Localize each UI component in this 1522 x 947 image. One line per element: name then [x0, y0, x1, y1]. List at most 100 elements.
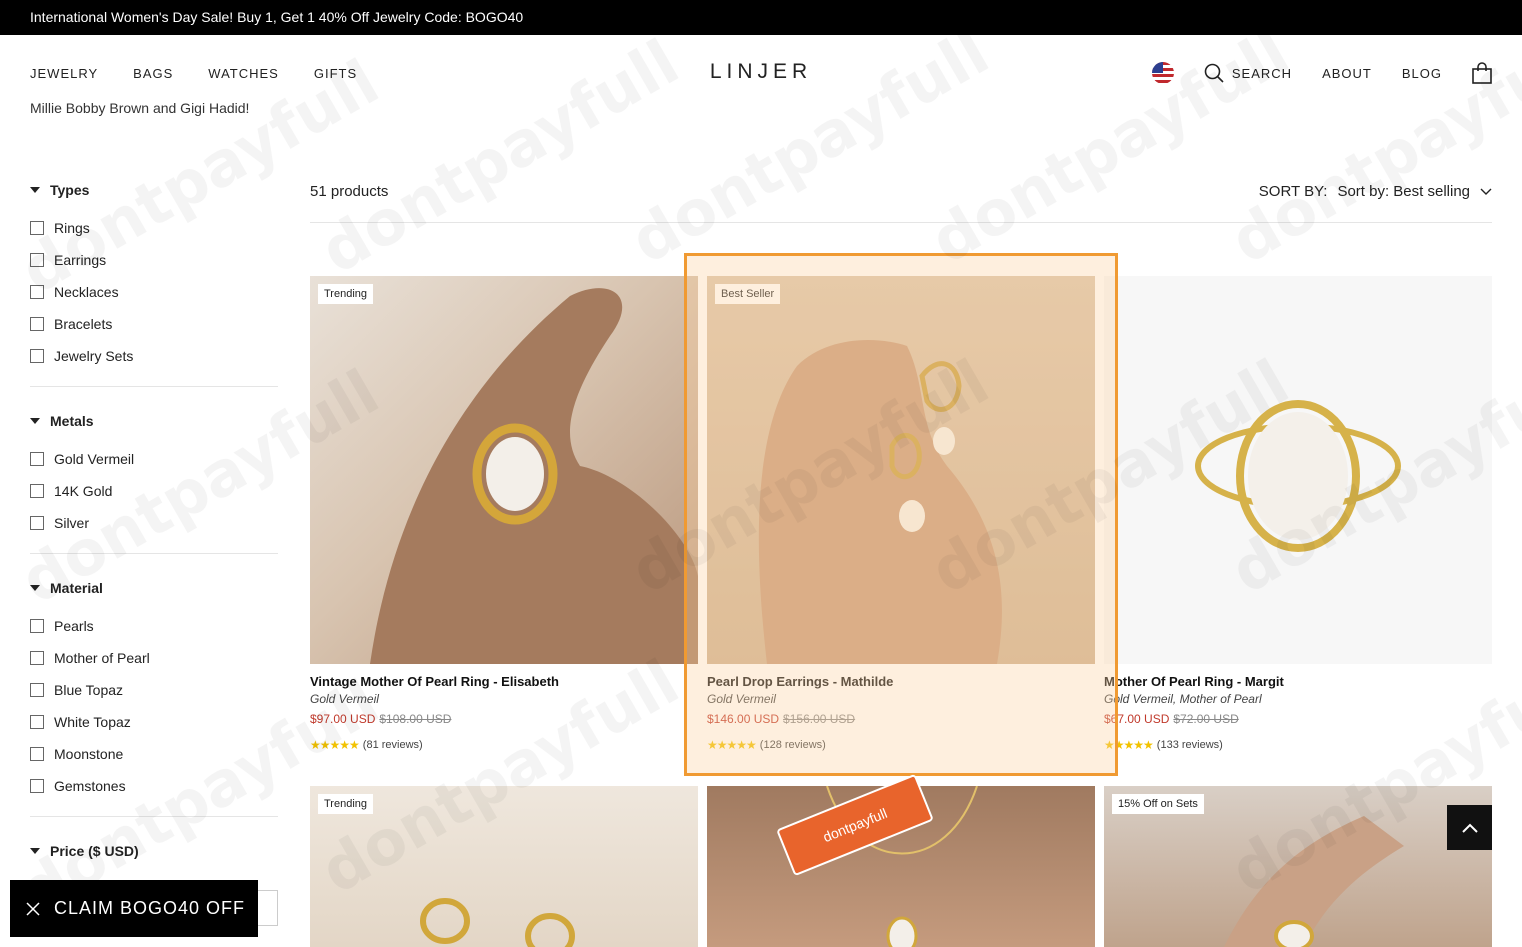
announcement-bar[interactable]: International Women's Day Sale! Buy 1, G… — [0, 0, 1522, 35]
filter-option-14k-gold[interactable]: 14K Gold — [30, 475, 278, 507]
option-label: Bracelets — [54, 316, 113, 332]
search-label: SEARCH — [1231, 65, 1293, 81]
search-icon — [1204, 63, 1224, 83]
filter-option-pearls[interactable]: Pearls — [30, 610, 278, 642]
product-name[interactable]: Vintage Mother Of Pearl Ring - Elisabeth — [310, 674, 698, 689]
filter-price-toggle[interactable]: Price ($ USD) — [30, 841, 278, 861]
review-count: (128 reviews) — [759, 739, 826, 751]
checkbox[interactable] — [30, 683, 44, 697]
original-price: $156.00 USD — [783, 712, 856, 726]
product-rating[interactable]: ★★★★★ (128 reviews) — [707, 738, 1095, 752]
product-image[interactable]: Best Seller — [707, 276, 1095, 664]
checkbox[interactable] — [30, 779, 44, 793]
chevron-down-icon — [1480, 188, 1492, 195]
checkbox[interactable] — [30, 619, 44, 633]
product-image[interactable]: 15% Off on Sets — [1104, 786, 1492, 947]
checkbox[interactable] — [30, 349, 44, 363]
filter-option-silver[interactable]: Silver — [30, 507, 278, 539]
product-image[interactable] — [1104, 276, 1492, 664]
filter-option-gold-vermeil[interactable]: Gold Vermeil — [30, 443, 278, 475]
filter-option-necklaces[interactable]: Necklaces — [30, 276, 278, 308]
cart-icon[interactable] — [1472, 62, 1492, 84]
checkbox[interactable] — [30, 285, 44, 299]
listing-toolbar: 51 products SORT BY: Sort by: Best selli… — [310, 183, 1492, 223]
sort-dropdown[interactable]: SORT BY: Sort by: Best selling — [1259, 183, 1492, 200]
filter-option-rings[interactable]: Rings — [30, 212, 278, 244]
review-count: (81 reviews) — [362, 739, 423, 751]
product-card[interactable]: 15% Off on Sets — [1104, 786, 1492, 947]
option-label: Necklaces — [54, 284, 119, 300]
product-price: $146.00 USD $156.00 USD — [707, 712, 1095, 726]
filter-option-mother-of-pearl[interactable]: Mother of Pearl — [30, 642, 278, 674]
star-rating-icon: ★★★★★ — [707, 738, 757, 752]
filter-title: Price ($ USD) — [50, 843, 139, 859]
product-count: 51 products — [310, 183, 389, 200]
nav-about[interactable]: ABOUT — [1322, 66, 1372, 81]
checkbox[interactable] — [30, 221, 44, 235]
product-material: Gold Vermeil — [310, 692, 379, 706]
nav-blog[interactable]: BLOG — [1402, 66, 1442, 81]
checkbox[interactable] — [30, 452, 44, 466]
filter-option-moonstone[interactable]: Moonstone — [30, 738, 278, 770]
sort-label: SORT BY: — [1258, 183, 1328, 200]
claim-label: CLAIM BOGO40 OFF — [54, 898, 246, 918]
claim-coupon-button[interactable]: CLAIM BOGO40 OFF — [10, 880, 258, 937]
divider — [30, 386, 278, 387]
product-card[interactable]: Trending — [310, 786, 698, 947]
caret-down-icon — [30, 585, 40, 591]
option-label: Rings — [54, 220, 90, 236]
filter-option-white-topaz[interactable]: White Topaz — [30, 706, 278, 738]
checkbox[interactable] — [30, 516, 44, 530]
option-label: Moonstone — [54, 746, 124, 762]
search-button[interactable]: SEARCH — [1204, 63, 1292, 83]
product-card[interactable]: Trending Vintage Mother Of Pearl Ring - … — [310, 276, 698, 752]
product-card[interactable]: Mother Of Pearl Ring - Margit Gold Verme… — [1104, 276, 1492, 752]
option-label: Earrings — [54, 252, 107, 268]
product-rating[interactable]: ★★★★★ (133 reviews) — [1104, 738, 1492, 752]
product-price: $67.00 USD $72.00 USD — [1104, 712, 1492, 726]
checkbox[interactable] — [30, 253, 44, 267]
product-image[interactable]: Trending — [310, 276, 698, 664]
product-badge: Best Seller — [715, 284, 781, 304]
filter-option-earrings[interactable]: Earrings — [30, 244, 278, 276]
filter-option-bracelets[interactable]: Bracelets — [30, 308, 278, 340]
product-rating[interactable]: ★★★★★ (81 reviews) — [310, 738, 698, 752]
option-label: Gemstones — [54, 778, 126, 794]
filter-option-jewelry-sets[interactable]: Jewelry Sets — [30, 340, 278, 372]
back-to-top-button[interactable] — [1447, 805, 1492, 850]
sort-value: Sort by: Best selling — [1337, 183, 1470, 200]
divider — [30, 553, 278, 554]
checkbox[interactable] — [30, 484, 44, 498]
option-label: Silver — [54, 515, 90, 531]
star-rating-icon: ★★★★★ — [310, 738, 360, 752]
product-name[interactable]: Pearl Drop Earrings - Mathilde — [707, 674, 1095, 689]
checkbox[interactable] — [30, 651, 44, 665]
product-name[interactable]: Mother Of Pearl Ring - Margit — [1104, 674, 1492, 689]
checkbox[interactable] — [30, 747, 44, 761]
filter-metals-toggle[interactable]: Metals — [30, 411, 278, 431]
caret-down-icon — [30, 418, 40, 424]
star-rating-icon: ★★★★★ — [1104, 738, 1154, 752]
filter-option-gemstones[interactable]: Gemstones — [30, 770, 278, 802]
filter-option-blue-topaz[interactable]: Blue Topaz — [30, 674, 278, 706]
option-label: Mother of Pearl — [54, 650, 150, 666]
close-icon[interactable] — [26, 901, 40, 916]
divider — [30, 816, 278, 817]
checkbox[interactable] — [30, 715, 44, 729]
filter-material-toggle[interactable]: Material — [30, 578, 278, 598]
review-count: (133 reviews) — [1156, 739, 1223, 751]
product-badge: Trending — [318, 794, 374, 814]
filter-types-toggle[interactable]: Types — [30, 180, 278, 200]
checkbox[interactable] — [30, 317, 44, 331]
us-flag-icon[interactable] — [1151, 62, 1174, 84]
sale-price: $67.00 USD — [1104, 712, 1170, 726]
product-badge: 15% Off on Sets — [1112, 794, 1204, 814]
chevron-up-icon — [1461, 823, 1478, 833]
product-image[interactable]: Trending — [310, 786, 698, 947]
product-card[interactable]: Best Seller Pearl Drop Earrings - Mathil… — [707, 276, 1095, 752]
option-label: White Topaz — [54, 714, 131, 730]
filter-title: Material — [50, 580, 103, 596]
option-label: 14K Gold — [54, 483, 113, 499]
filter-title: Metals — [50, 413, 94, 429]
original-price: $72.00 USD — [1173, 712, 1239, 726]
